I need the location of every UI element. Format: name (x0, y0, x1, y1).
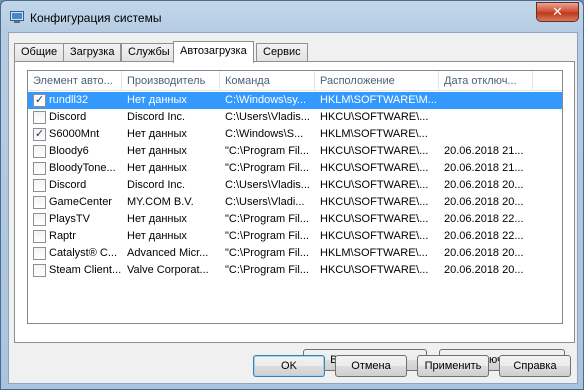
column-header-manufacturer[interactable]: Производитель (122, 71, 220, 91)
cell-location: HKCU\SOFTWARE\... (320, 145, 429, 157)
cell-location: HKCU\SOFTWARE\... (320, 162, 429, 174)
cell-manufacturer: Нет данных (127, 94, 187, 106)
cell-date-disabled (439, 126, 533, 143)
tab-tools[interactable]: Сервис (256, 43, 308, 62)
checkmark-icon: ✓ (34, 94, 45, 106)
cell-date-disabled: 20.06.2018 22... (444, 213, 524, 225)
table-row[interactable]: PlaysTV Нет данных "C:\Program Fil... HKCU\… (28, 211, 562, 228)
cell-date-disabled: 20.06.2018 22... (444, 230, 524, 242)
tab-startup[interactable]: Автозагрузка (173, 41, 254, 63)
cell-command: C:\Windows\sy... (225, 94, 307, 106)
column-header-item[interactable]: Элемент авто... (28, 71, 122, 91)
column-header-command[interactable]: Команда (220, 71, 315, 91)
cell-item: GameCenter (49, 196, 112, 208)
cell-date-disabled (439, 92, 533, 109)
cell-item: rundll32 (49, 94, 89, 106)
cell-command: "C:\Program Fil... (225, 145, 309, 157)
cell-item: Discord (49, 179, 87, 191)
cell-item: BloodyTone... (49, 162, 116, 174)
cell-item: Catalyst® C... (49, 247, 118, 259)
cell-manufacturer: Нет данных (127, 230, 187, 242)
table-row[interactable]: Raptr Нет данных "C:\Program Fil... HKCU\SO… (28, 228, 562, 245)
tab-boot[interactable]: Загрузка (63, 43, 122, 62)
startup-items-list[interactable]: Элемент авто... Производитель Команда Ра… (27, 70, 563, 324)
table-row[interactable]: Discord Discord Inc. C:\Users\Vladis... HKC… (28, 177, 562, 194)
cell-date-disabled: 20.06.2018 20... (444, 264, 524, 276)
cell-command: "C:\Program Fil... (225, 162, 309, 174)
cell-manufacturer: Discord Inc. (127, 111, 186, 123)
ok-button[interactable]: OK (253, 355, 325, 377)
list-header: Элемент авто... Производитель Команда Ра… (28, 71, 562, 91)
cell-date-disabled: 20.06.2018 20... (444, 247, 524, 259)
help-button[interactable]: Справка (499, 355, 571, 377)
window-title: Конфигурация системы (30, 11, 162, 25)
cell-date-disabled: 20.06.2018 21... (444, 145, 524, 157)
cell-location: HKLM\SOFTWARE\... (320, 247, 428, 259)
cell-date-disabled: 20.06.2018 21... (444, 162, 524, 174)
cell-item: Raptr (49, 230, 76, 242)
cell-location: HKLM\SOFTWARE\M... (320, 94, 437, 106)
cancel-button[interactable]: Отмена (335, 355, 407, 377)
cell-manufacturer: Valve Corporat... (127, 264, 209, 276)
cell-location: HKCU\SOFTWARE\... (320, 179, 429, 191)
cell-manufacturer: Нет данных (127, 128, 187, 140)
cell-command: C:\Users\Vladi... (225, 196, 305, 208)
tab-general[interactable]: Общие (14, 43, 65, 62)
table-row[interactable]: ✓ S6000Mnt Нет данных C:\Windows\S... HKLM\S… (28, 126, 562, 143)
cell-command: "C:\Program Fil... (225, 264, 309, 276)
cell-date-disabled: 20.06.2018 20... (444, 196, 524, 208)
title-bar[interactable]: Конфигурация системы ✕ (1, 1, 583, 33)
cell-location: HKCU\SOFTWARE\... (320, 111, 429, 123)
table-row[interactable]: GameCenter MY.COM B.V. C:\Users\Vladi... HK… (28, 194, 562, 211)
cell-manufacturer: Discord Inc. (127, 179, 186, 191)
checkmark-icon: ✓ (34, 128, 45, 140)
cell-manufacturer: Advanced Micr... (127, 247, 209, 259)
system-config-window: Конфигурация системы ✕ Общие Загрузка Сл… (0, 0, 584, 390)
cell-location: HKLM\SOFTWARE\... (320, 128, 428, 140)
cell-command: "C:\Program Fil... (225, 213, 309, 225)
cell-command: C:\Users\Vladis... (225, 111, 310, 123)
startup-tab-panel: Элемент авто... Производитель Команда Ра… (14, 61, 575, 371)
cell-item: Steam Client... (49, 264, 122, 276)
cell-command: C:\Users\Vladis... (225, 179, 310, 191)
dialog-client-area: Общие Загрузка Службы Автозагрузка Серви… (8, 32, 578, 384)
close-icon: ✕ (552, 4, 563, 19)
apply-button[interactable]: Применить (417, 355, 489, 377)
cell-manufacturer: MY.COM B.V. (127, 196, 194, 208)
table-row[interactable]: ✓ rundll32 Нет данных C:\Windows\sy... HKLM\… (28, 92, 562, 109)
cell-manufacturer: Нет данных (127, 162, 187, 174)
table-row[interactable]: Steam Client... Valve Corporat... "C:\Prog… (28, 262, 562, 279)
table-row[interactable]: Discord Discord Inc. C:\Users\Vladis... HKC… (28, 109, 562, 126)
cell-manufacturer: Нет данных (127, 213, 187, 225)
cell-item: Bloody6 (49, 145, 89, 157)
cell-location: HKCU\SOFTWARE\... (320, 264, 429, 276)
cell-command: C:\Windows\S... (225, 128, 304, 140)
cell-date-disabled: 20.06.2018 20... (444, 179, 524, 191)
cell-command: "C:\Program Fil... (225, 230, 309, 242)
system-config-app-icon (10, 11, 24, 23)
table-row[interactable]: BloodyTone... Нет данных "C:\Program Fil..… (28, 160, 562, 177)
cell-manufacturer: Нет данных (127, 145, 187, 157)
close-button[interactable]: ✕ (536, 2, 579, 22)
column-header-location[interactable]: Расположение (315, 71, 439, 91)
cell-location: HKCU\SOFTWARE\... (320, 213, 429, 225)
cell-item: S6000Mnt (49, 128, 100, 140)
table-row[interactable]: Bloody6 Нет данных "C:\Program Fil... HKCU\… (28, 143, 562, 160)
cell-item: PlaysTV (49, 213, 90, 225)
cell-item: Discord (49, 111, 87, 123)
cell-date-disabled (439, 109, 533, 126)
cell-location: HKCU\SOFTWARE\... (320, 230, 429, 242)
cell-location: HKCU\SOFTWARE\... (320, 196, 429, 208)
cell-command: "C:\Program Fil... (225, 247, 309, 259)
tab-services[interactable]: Службы (121, 43, 177, 62)
column-header-date-disabled[interactable]: Дата отключ... (439, 71, 533, 91)
table-row[interactable]: Catalyst® C... Advanced Micr... "C:\Progra… (28, 245, 562, 262)
